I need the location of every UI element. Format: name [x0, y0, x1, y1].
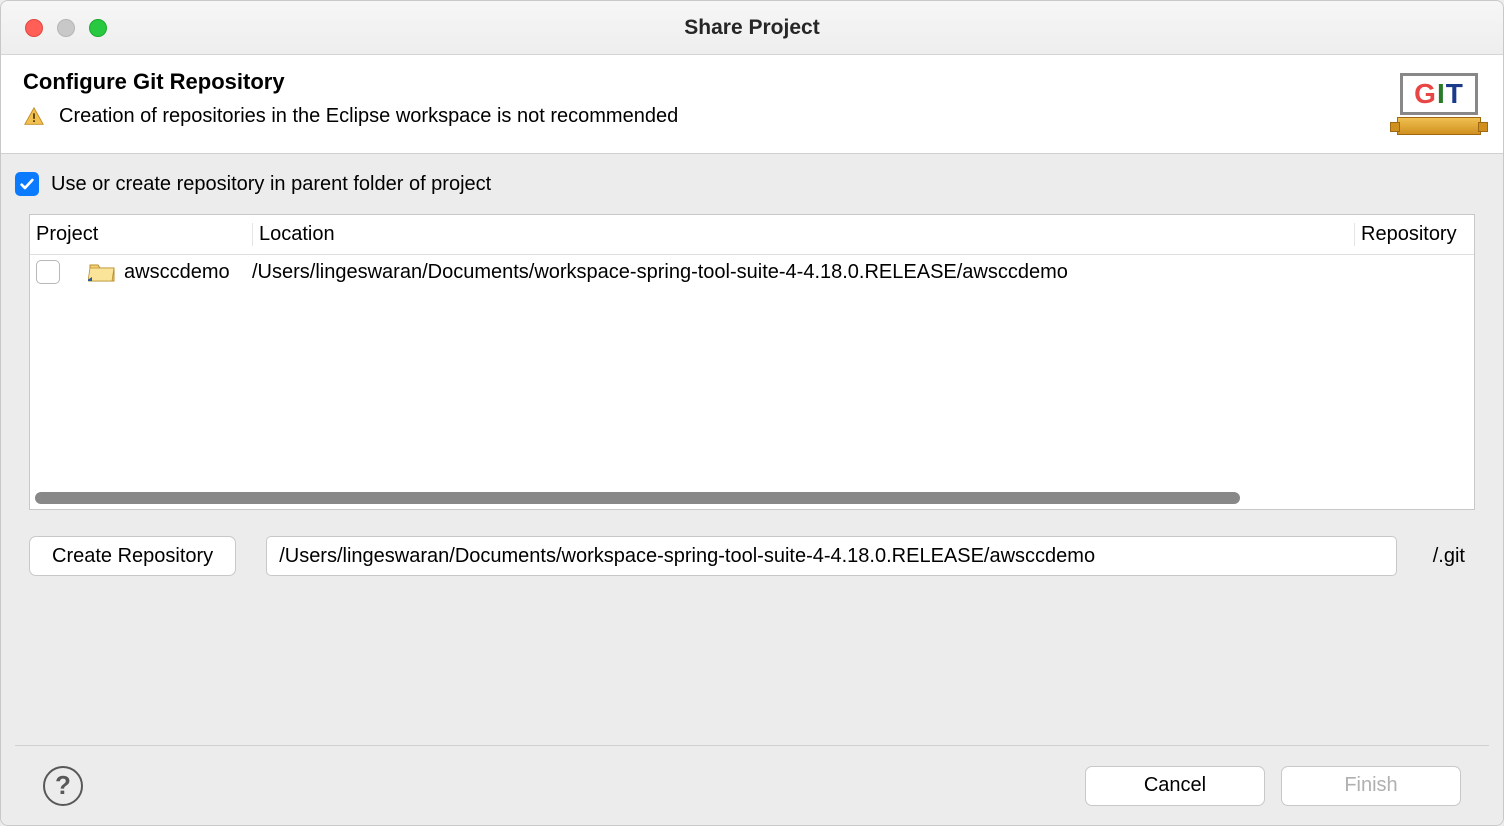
finish-button[interactable]: Finish: [1281, 766, 1461, 806]
warning-message: Creation of repositories in the Eclipse …: [59, 105, 678, 128]
share-project-dialog: Share Project Configure Git Repository C…: [0, 0, 1504, 826]
cancel-button[interactable]: Cancel: [1085, 766, 1265, 806]
row-checkbox[interactable]: [36, 260, 60, 284]
use-parent-folder-checkbox[interactable]: [15, 172, 39, 196]
close-window-button[interactable]: [25, 19, 43, 37]
folder-share-icon: [88, 261, 116, 283]
project-location: /Users/lingeswaran/Documents/workspace-s…: [252, 261, 1354, 284]
projects-table: Project Location Repository awsccdemo /U…: [29, 214, 1475, 510]
git-logo-icon: GIT: [1397, 69, 1481, 135]
maximize-window-button[interactable]: [89, 19, 107, 37]
page-title: Configure Git Repository: [23, 69, 678, 95]
column-repository[interactable]: Repository: [1354, 223, 1474, 246]
dialog-header: Configure Git Repository Creation of rep…: [1, 55, 1503, 154]
window-controls: [1, 19, 107, 37]
dialog-footer: ? Cancel Finish: [15, 745, 1489, 825]
project-name: awsccdemo: [124, 261, 230, 284]
minimize-window-button[interactable]: [57, 19, 75, 37]
window-title: Share Project: [684, 16, 819, 40]
use-parent-folder-label: Use or create repository in parent folde…: [51, 173, 491, 196]
titlebar: Share Project: [1, 1, 1503, 55]
column-location[interactable]: Location: [252, 223, 1354, 246]
repository-path-input[interactable]: /Users/lingeswaran/Documents/workspace-s…: [266, 536, 1397, 576]
create-repository-button[interactable]: Create Repository: [29, 536, 236, 576]
dialog-content: Use or create repository in parent folde…: [1, 154, 1503, 825]
table-header: Project Location Repository: [30, 215, 1474, 255]
warning-icon: [23, 106, 45, 128]
horizontal-scrollbar[interactable]: [35, 492, 1469, 504]
table-row[interactable]: awsccdemo /Users/lingeswaran/Documents/w…: [30, 255, 1474, 289]
help-icon[interactable]: ?: [43, 766, 83, 806]
column-project[interactable]: Project: [30, 223, 252, 246]
repository-path-suffix: /.git: [1427, 545, 1475, 568]
